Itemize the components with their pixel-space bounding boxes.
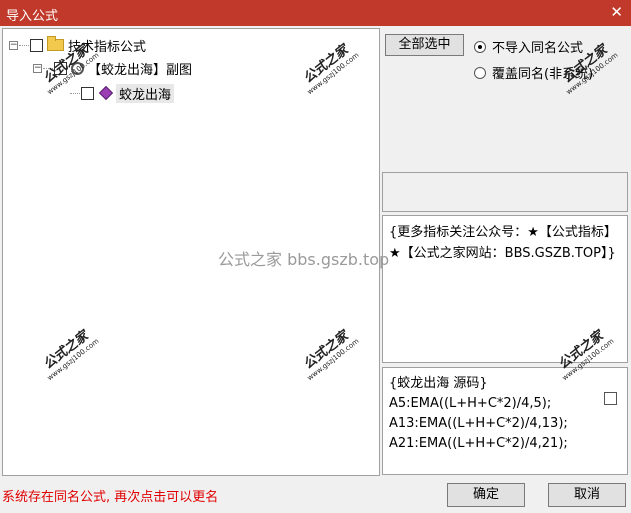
source-code-box: {蛟龙出海 源码} A5:EMA((L+H+C*2)/4,5); A13:EMA… <box>382 367 628 475</box>
description-box <box>382 172 628 212</box>
radio-unselected-icon[interactable] <box>474 66 486 79</box>
indicator-icon <box>71 61 84 75</box>
source-checkbox[interactable] <box>604 392 617 405</box>
radio-selected-icon[interactable] <box>474 40 486 53</box>
select-all-button[interactable]: 全部选中 <box>385 34 464 56</box>
source-header: {蛟龙出海 源码} <box>389 376 488 391</box>
info-text-box: {更多指标关注公众号：★【公式指标】★【公式之家网站：BBS.GSZB.TOP】… <box>382 215 628 363</box>
checkbox-child[interactable] <box>54 61 67 75</box>
source-line: A5:EMA((L+H+C*2)/4,5); <box>389 396 552 411</box>
tree-node-root-label: 技术指标公式 <box>68 39 147 55</box>
formula-gem-icon <box>98 85 114 101</box>
tree-node-leaf[interactable]: 蛟龙出海 <box>69 83 175 103</box>
source-line: A21:EMA((L+H+C*2)/4,21); <box>389 436 568 451</box>
collapse-icon[interactable]: − <box>9 40 18 50</box>
checkbox-root[interactable] <box>30 38 43 52</box>
tree-node-child-label: 【蛟龙出海】副图 <box>88 62 193 78</box>
radio-overwrite[interactable]: 覆盖同名(非系统) <box>474 63 593 82</box>
radio-no-import-label: 不导入同名公式 <box>492 41 584 56</box>
tree-node-leaf-label: 蛟龙出海 <box>116 83 175 103</box>
radio-no-import[interactable]: 不导入同名公式 <box>474 37 583 56</box>
tree-node-child[interactable]: − 【蛟龙出海】副图 <box>33 58 192 78</box>
ok-button[interactable]: 确定 <box>447 483 525 507</box>
collapse-icon[interactable]: − <box>33 63 42 73</box>
folder-icon <box>47 36 64 51</box>
watermark-text: 公式之家 bbs.gszb.top <box>218 250 390 269</box>
close-icon[interactable]: ✕ <box>610 3 623 21</box>
source-line: A13:EMA((L+H+C*2)/4,13); <box>389 416 568 431</box>
status-message: 系统存在同名公式, 再次点击可以更名 <box>2 490 219 505</box>
window-title: 导入公式 <box>6 9 59 24</box>
title-bar: 导入公式 ✕ <box>0 0 631 26</box>
checkbox-leaf[interactable] <box>81 86 94 100</box>
cancel-button[interactable]: 取消 <box>548 483 626 507</box>
radio-overwrite-label: 覆盖同名(非系统) <box>492 67 594 82</box>
tree-node-root[interactable]: − 技术指标公式 <box>9 35 146 55</box>
